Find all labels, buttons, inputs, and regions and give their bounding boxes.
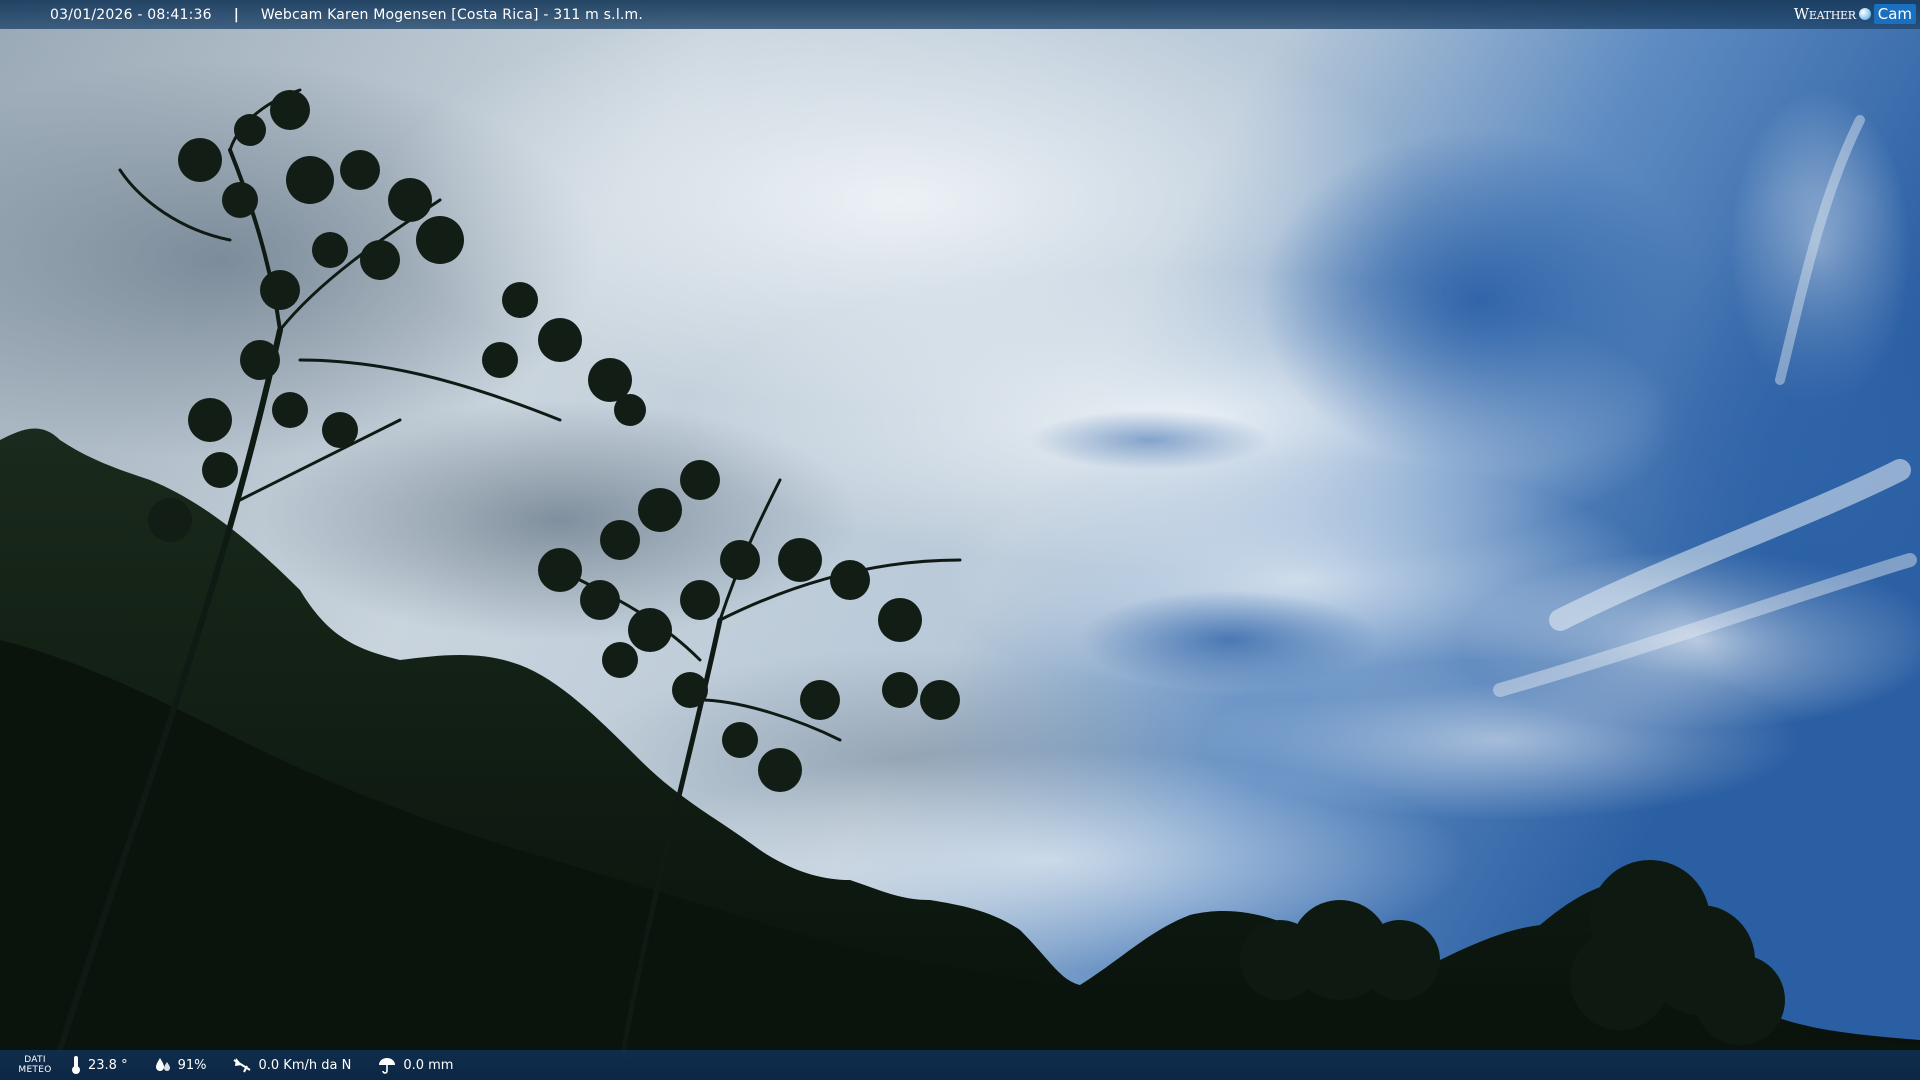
thermometer-icon (72, 1056, 80, 1074)
webcam-title: Webcam Karen Mogensen [Costa Rica] - 311… (260, 6, 644, 23)
dati-label-line2: METEO (18, 1065, 52, 1075)
weathercam-logo[interactable]: Weather Cam (1794, 3, 1916, 25)
top-info-bar: 03/01/2026 - 08:41:36 | Webcam Karen Mog… (0, 0, 1920, 29)
wind-metric: 0.0 Km/h da N (232, 1056, 351, 1074)
header-separator: | (233, 6, 239, 23)
logo-word-cam: Cam (1873, 4, 1916, 24)
timestamp: 03/01/2026 - 08:41:36 (50, 6, 212, 23)
rain-metric: 0.0 mm (377, 1056, 453, 1074)
temperature-metric: 23.8 ° (70, 1055, 128, 1075)
logo-word-weather: Weather (1793, 5, 1856, 23)
webcam-frame: 03/01/2026 - 08:41:36 | Webcam Karen Mog… (0, 0, 1920, 1080)
dati-meteo-label[interactable]: DATI METEO (0, 1055, 70, 1075)
rain-value: 0.0 mm (403, 1057, 454, 1073)
wind-value: 0.0 Km/h da N (258, 1057, 352, 1073)
webcam-image (0, 0, 1920, 1080)
rain-umbrella-icon (379, 1058, 396, 1074)
dati-label-line1: DATI (24, 1055, 46, 1065)
humidity-metric: 91% (154, 1056, 207, 1074)
wind-icon (233, 1058, 252, 1073)
weather-data-bar: DATI METEO 23.8 ° 91% 0.0 Km/h da N 0.0 … (0, 1050, 1920, 1080)
temperature-value: 23.8 ° (88, 1057, 128, 1073)
humidity-drops-icon (155, 1058, 170, 1071)
humidity-value: 91% (177, 1057, 207, 1073)
logo-globe-icon (1858, 8, 1871, 20)
